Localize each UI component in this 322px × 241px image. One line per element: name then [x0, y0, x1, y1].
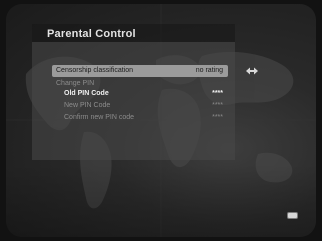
- menu-item-new-pin-code[interactable]: New PIN Code ****: [60, 100, 228, 112]
- menu-item-value: ****: [212, 90, 223, 97]
- menu-item-value: no rating: [195, 67, 223, 74]
- tv-frame: Parental Control Censorship classificati…: [0, 0, 322, 241]
- menu-item-label: Censorship classification: [56, 67, 134, 74]
- ok-button-icon: [287, 212, 298, 219]
- menu-item-label: Change PIN: [56, 80, 95, 87]
- menu-item-label: Confirm new PIN code: [64, 114, 135, 121]
- menu-item-label: Old PIN Code: [64, 90, 109, 97]
- menu-item-confirm-new-pin-code[interactable]: Confirm new PIN code ****: [60, 112, 228, 124]
- left-right-arrows-icon: [246, 67, 258, 75]
- menu-item-old-pin-code[interactable]: Old PIN Code ****: [60, 88, 228, 100]
- menu-item-label: New PIN Code: [64, 102, 111, 109]
- menu-item-value: ****: [212, 102, 223, 109]
- page-title: Parental Control: [47, 28, 136, 40]
- menu-item-value: ****: [212, 114, 223, 121]
- menu-item-censorship-classification[interactable]: Censorship classification no rating: [52, 65, 228, 77]
- bottom-shade: [6, 164, 316, 237]
